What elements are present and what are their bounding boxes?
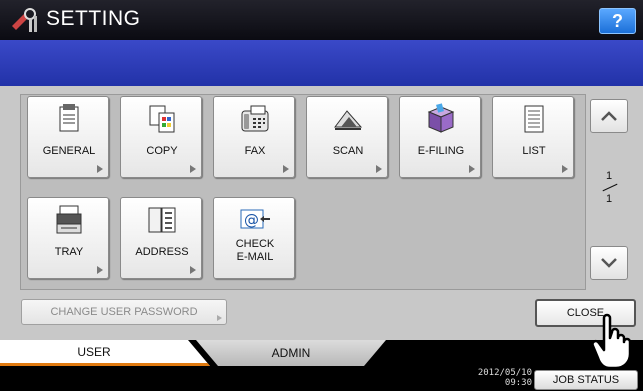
list-button[interactable]: LIST: [492, 96, 574, 178]
chevron-right-icon: [190, 165, 196, 173]
tab-admin[interactable]: ADMIN: [196, 340, 386, 366]
chevron-right-icon: [283, 165, 289, 173]
tile-label: TRAY: [54, 246, 84, 258]
tile-label: CHECK E-MAIL: [214, 238, 296, 264]
tile-label: FAX: [244, 145, 266, 157]
scanner-icon: [334, 110, 363, 130]
job-status-button[interactable]: JOB STATUS: [534, 370, 638, 390]
chevron-up-icon: [601, 111, 617, 121]
chevron-right-icon: [217, 315, 222, 321]
check-email-icon: @: [240, 209, 270, 229]
scroll-up-button[interactable]: [590, 99, 628, 133]
fax-machine-icon: [241, 105, 269, 132]
e-filing-button[interactable]: E-FILING: [399, 96, 481, 178]
scroll-down-button[interactable]: [590, 246, 628, 280]
page-total: 1: [605, 193, 613, 205]
tile-label: COPY: [146, 145, 178, 157]
message-band: [0, 40, 643, 86]
date-time: 2012/05/10 09:30: [468, 368, 532, 388]
tile-label: LIST: [522, 145, 546, 157]
copy-icon: [149, 105, 175, 133]
tile-label: SCAN: [332, 145, 364, 157]
chevron-right-icon: [97, 266, 103, 274]
tab-user[interactable]: USER: [0, 340, 210, 366]
chevron-right-icon: [97, 165, 103, 173]
check-email-button[interactable]: @ CHECK E-MAIL: [213, 197, 295, 279]
tray-button[interactable]: TRAY: [27, 197, 109, 279]
tile-label: E-FILING: [417, 145, 465, 157]
title-bar: SETTING ?: [0, 0, 643, 40]
e-filing-box-icon: [427, 103, 455, 133]
tile-label-line2: E-MAIL: [236, 251, 274, 263]
chevron-right-icon: [190, 266, 196, 274]
tile-label: GENERAL: [42, 145, 96, 157]
pointer-hand-icon: [591, 313, 632, 370]
setting-tools-icon: [12, 8, 37, 32]
chevron-right-icon: [376, 165, 382, 173]
fax-button[interactable]: FAX: [213, 96, 295, 178]
page-title: SETTING: [46, 7, 141, 30]
general-button[interactable]: GENERAL: [27, 96, 109, 178]
copy-button[interactable]: COPY: [120, 96, 202, 178]
chevron-right-icon: [469, 165, 475, 173]
chevron-down-icon: [601, 258, 617, 268]
help-button[interactable]: ?: [599, 8, 636, 34]
list-document-icon: [524, 105, 544, 133]
page-current: 1: [605, 170, 613, 182]
tile-label-line1: CHECK: [235, 238, 275, 250]
chevron-right-icon: [562, 165, 568, 173]
svg-text:@: @: [244, 211, 259, 229]
address-button[interactable]: ADDRESS: [120, 197, 202, 279]
status-time: 09:30: [504, 378, 532, 388]
tile-label: ADDRESS: [135, 246, 189, 258]
address-book-icon: [148, 207, 176, 233]
change-password-label: CHANGE USER PASSWORD: [50, 306, 198, 318]
tray-printer-icon: [56, 205, 82, 234]
scan-button[interactable]: SCAN: [306, 96, 388, 178]
general-document-icon: [59, 104, 79, 132]
status-date: 2012/05/10: [477, 368, 532, 378]
change-user-password-button[interactable]: CHANGE USER PASSWORD: [21, 299, 227, 325]
